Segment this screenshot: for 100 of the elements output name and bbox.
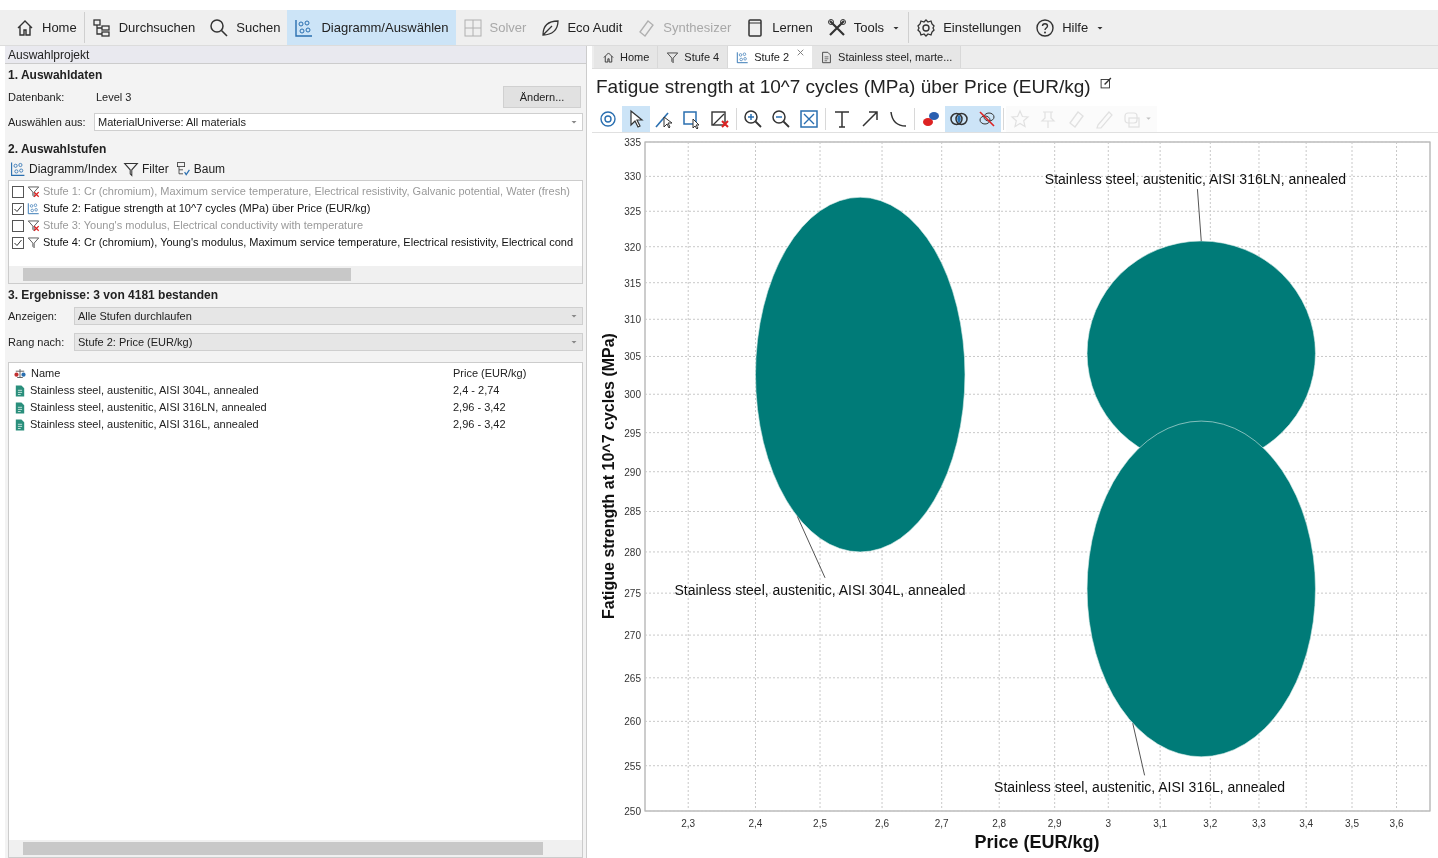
panel-title: Auswahlprojekt [5,46,586,64]
tick-label: 295 [624,427,641,439]
table-cell-text: 2,4 - 2,74 [453,383,500,399]
tick-label: 3,4 [1299,818,1314,829]
material-bubble[interactable] [755,196,966,553]
zoom-in-icon [743,108,763,129]
chart-title: Fatigue strength at 10^7 cycles (MPa) über Price (EUR/kg) [596,74,1091,99]
tick-label: 325 [624,206,641,218]
help-icon [1035,17,1056,38]
tab[interactable]: Home [594,46,659,68]
leaf-icon [540,17,561,38]
tick-label: 285 [624,506,641,518]
filter-icon [666,50,680,64]
tick-label: 3,5 [1345,818,1359,829]
tick-label: 275 [624,588,641,600]
change-button[interactable]: Ändern... [503,86,581,108]
tab[interactable]: Stufe 4 [658,46,729,68]
tree-icon [174,161,191,177]
tick-label: 330 [624,171,641,183]
tick-label: 270 [624,630,641,642]
field-label: Auswählen aus: [8,114,87,130]
toolbar-button[interactable]: Suchen [202,10,288,45]
column-header[interactable]: Price (EUR/kg) [453,365,527,382]
grid-icon [462,17,483,38]
tick-label: 3 [1105,818,1112,829]
table-cell-text: Stainless steel, austenitic, AISI 316L, annealed [30,417,259,433]
text-icon [832,108,852,129]
filter-icon [27,236,40,249]
checkbox[interactable] [12,185,24,198]
toolbar-button[interactable]: Eco Audit [533,10,630,45]
tick-label: 255 [624,760,641,772]
scrollbar[interactable] [9,266,582,283]
stage-add-button[interactable]: Diagramm/Index [10,160,118,178]
leader-line [1196,188,1202,242]
toolbar-button[interactable]: Durchsuchen [84,10,203,45]
toolbar-button[interactable] [622,105,650,132]
filter-off-icon [27,185,40,198]
leader-line [796,516,826,579]
tick-label: 2,5 [813,818,827,829]
annotation-label: Stainless steel, austenitic, AISI 316L, annealed [994,779,1286,796]
checkbox[interactable] [12,219,24,232]
tick-label: 300 [624,389,641,401]
search-icon [209,17,230,38]
home-icon [602,50,615,64]
field-label: Rang nach: [8,334,66,350]
field-label: Datenbank: [8,89,66,105]
toolbar-button[interactable]: Lernen [738,10,820,45]
stage-item[interactable]: Stufe 4: Cr (chromium), Young's modulus, Maximum service temperature, Electrical resistivity, Electrical cond [43,234,574,251]
document-icon [820,50,834,64]
toolbar-button[interactable] [973,105,1001,132]
section-heading: 1. Auswahldaten [8,67,103,84]
toolbar-button[interactable] [945,105,973,132]
arrow-icon [860,108,880,129]
stage-add-button[interactable]: Filter [123,160,169,178]
toolbar-button[interactable]: Tools [819,10,909,45]
column-header[interactable]: Name [31,365,61,382]
edit-icon[interactable] [1098,76,1113,90]
material-bubble[interactable] [1086,420,1316,758]
tick-label: 3,2 [1203,818,1218,829]
tick-label: 3,6 [1389,818,1404,829]
settings-icon [916,17,937,38]
checkbox[interactable] [12,202,24,215]
tab[interactable]: Stainless steel, marte... [812,46,962,68]
field-value: Level 3 [96,89,133,105]
pin-icon [1038,108,1058,129]
settings-icon [598,108,618,129]
tick-label: 2,4 [748,818,763,829]
stage-item[interactable]: Stufe 2: Fatigue strength at 10^7 cycles (MPa) über Price (EUR/kg) [43,200,371,217]
section-heading: 2. Auswahlstufen [8,141,107,158]
dropdown[interactable]: MaterialUniverse: All materials [94,113,583,131]
tick-label: 335 [624,137,641,148]
tab[interactable]: Stufe 2 [728,46,813,68]
toolbar-button[interactable]: Einstellungen [909,10,1029,45]
tick-label: 315 [624,277,641,289]
field-label: Anzeigen: [8,308,58,324]
checkbox[interactable] [12,236,24,249]
document-icon [13,383,27,398]
scrollbar[interactable] [9,840,582,857]
tick-label: 320 [624,241,641,253]
toolbar-button[interactable]: Home [8,10,84,45]
zoom-out-icon [771,108,791,129]
star-icon [1010,108,1030,129]
section-heading: 3. Ergebnisse: 3 von 4181 bestanden [8,287,219,304]
stage-add-button[interactable]: Baum [174,160,226,178]
tick-label: 2,3 [681,818,696,829]
dropdown[interactable]: Stufe 2: Price (EUR/kg) [74,333,583,351]
dropdown[interactable]: Alle Stufen durchlaufen [74,307,583,325]
filter-off-icon [27,219,40,232]
scatter-chart-icon [27,202,40,215]
tick-label: 290 [624,466,641,478]
toolbar-button[interactable]: Diagramm/Auswählen [287,10,456,45]
close-icon[interactable] [797,49,805,56]
tools-icon [826,17,847,38]
table-cell-text: 2,96 - 3,42 [453,417,506,433]
scatter-chart-icon [294,17,315,38]
scatter-chart-icon [10,161,26,177]
hide-icon [977,108,997,129]
table-cell-text: Stainless steel, austenitic, AISI 304L, annealed [30,383,259,399]
tick-label: 2,6 [875,818,889,829]
toolbar-button[interactable]: Hilfe [1028,10,1113,45]
